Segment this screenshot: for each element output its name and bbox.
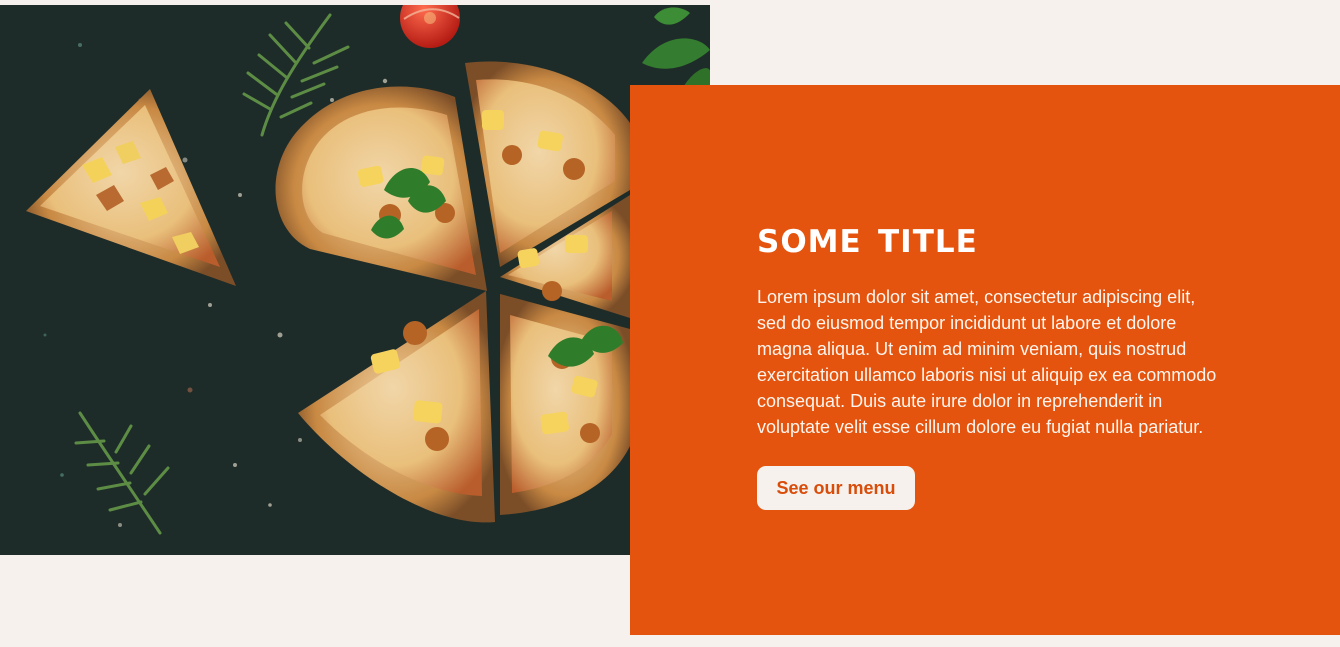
promo-panel: Some title Lorem ipsum dolor sit amet, c… bbox=[630, 85, 1340, 635]
see-our-menu-button[interactable]: See our menu bbox=[757, 466, 915, 510]
pizza-illustration bbox=[0, 5, 710, 555]
promo-title: Some title bbox=[757, 212, 978, 263]
hero-image bbox=[0, 5, 710, 555]
promo-body-text: Lorem ipsum dolor sit amet, consectetur … bbox=[757, 287, 1217, 437]
promo-content: Some title Lorem ipsum dolor sit amet, c… bbox=[757, 216, 1227, 510]
